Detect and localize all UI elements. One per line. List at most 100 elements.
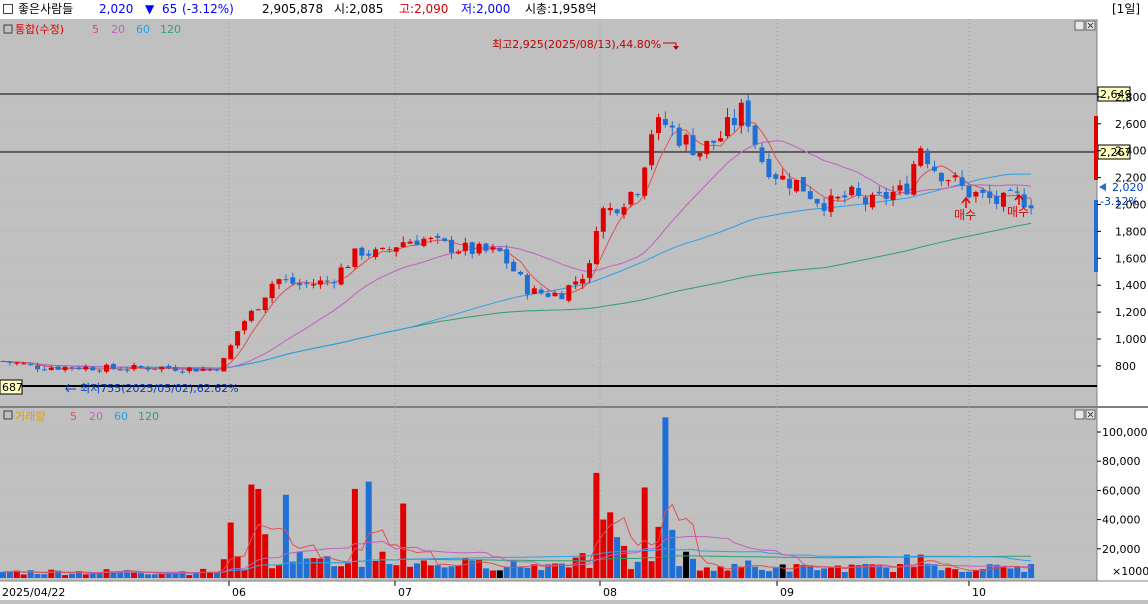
candle-body	[290, 277, 296, 284]
candle-body	[842, 195, 848, 198]
candle-body	[248, 310, 254, 321]
volume-bar	[48, 569, 55, 578]
candle-body	[345, 267, 351, 269]
candle-body	[97, 370, 103, 372]
vol-legend-ma20: 20	[89, 410, 103, 423]
volume-bar	[317, 558, 324, 578]
volume-bar	[924, 563, 931, 578]
candle-body	[393, 247, 399, 252]
price-tick-label: 1,800	[1115, 225, 1147, 238]
candle-body	[152, 368, 158, 370]
volume-bar	[952, 569, 959, 578]
candle-body	[973, 192, 979, 197]
volume-bar	[676, 566, 683, 578]
vol-legend-ma120: 120	[138, 410, 159, 423]
candle-body	[621, 207, 627, 215]
candle-body	[752, 125, 758, 145]
volume-bar	[414, 563, 420, 578]
volume-bar	[772, 567, 779, 578]
price-tick-label: 2,400	[1115, 145, 1147, 158]
stock-chart-svg[interactable]: 통합(수정) 5 20 60 120 거래량 5 20 60 120 최고2,9…	[0, 19, 1148, 600]
period-selector[interactable]: [1일]	[1112, 0, 1140, 19]
price-tick-label: 1,200	[1115, 306, 1147, 319]
price-tick-label: 2,600	[1115, 118, 1147, 131]
candle-body	[959, 177, 965, 186]
volume-bar	[786, 571, 793, 578]
volume-bar	[213, 572, 220, 578]
chart-area[interactable]: 통합(수정) 5 20 60 120 거래량 5 20 60 120 최고2,9…	[0, 19, 1148, 604]
candle-body	[138, 366, 144, 368]
volume-bar	[455, 565, 462, 578]
volume-bar	[966, 571, 972, 578]
volume-bar	[828, 566, 834, 578]
volume-bar	[379, 551, 386, 578]
candle-body	[649, 134, 655, 166]
candle-body	[545, 293, 551, 297]
volume-bar	[6, 571, 13, 578]
candle-body	[863, 197, 868, 205]
candle-body	[186, 367, 192, 372]
candle-body	[311, 284, 316, 286]
candle-body	[324, 280, 330, 282]
volume-tick-label: 80,000	[1102, 455, 1141, 468]
volume-bar	[241, 569, 248, 578]
volume-tick-label: 100,000	[1102, 426, 1148, 439]
volume-bar	[765, 571, 772, 578]
candle-body	[262, 297, 268, 311]
candle-body	[276, 279, 282, 285]
current-price: 2,020	[99, 2, 134, 16]
candle-body	[421, 238, 427, 246]
volume-bar	[269, 568, 276, 578]
candle-body	[780, 175, 786, 180]
candle-body	[518, 271, 523, 275]
volume-bar	[262, 534, 269, 578]
candle-body	[642, 167, 648, 196]
x-axis-label: 06	[232, 586, 246, 599]
candle-body	[28, 364, 34, 366]
volume-bar	[282, 494, 289, 578]
volume-bar	[821, 568, 828, 578]
candle-body	[7, 361, 13, 363]
volume-bar	[193, 573, 200, 578]
volume-bar	[503, 566, 510, 578]
volume-bar	[993, 564, 1000, 578]
volume-bar	[731, 563, 738, 578]
candle-body	[725, 117, 730, 137]
candle-body	[918, 148, 924, 166]
volume-bar	[345, 563, 351, 578]
price-tick-label: 1,400	[1115, 279, 1147, 292]
candle-body	[110, 364, 116, 369]
volume-bar	[324, 556, 331, 578]
volume-bar	[41, 574, 48, 578]
volume-bar	[841, 571, 848, 578]
candle-body	[1028, 205, 1034, 209]
vol-legend-ma5: 5	[70, 410, 77, 423]
candle-body	[104, 364, 109, 372]
candle-body	[856, 187, 862, 196]
stock-header-bar: 좋은사람들 2,020 ▼ 65 (-3.12%) 2,905,878 시:2,…	[0, 0, 1148, 20]
candle-body	[800, 177, 806, 192]
min-price-note: 최저755(2025/05/02),62.62%	[80, 382, 239, 395]
volume-bar	[386, 564, 393, 578]
candle-body	[683, 134, 689, 145]
candle-body	[980, 189, 986, 193]
volume-bar	[158, 573, 165, 578]
legend-ma120: 120	[160, 23, 181, 36]
candle-body	[794, 180, 799, 192]
price-tick-label: 800	[1115, 360, 1136, 373]
select-checkbox[interactable]	[3, 4, 13, 14]
maximize-icon[interactable]	[1074, 409, 1085, 420]
candle-body	[662, 119, 668, 126]
down-arrow-icon: ▼	[145, 2, 155, 16]
candle-body	[21, 363, 27, 365]
candle-body	[35, 365, 40, 370]
candle-body	[600, 208, 606, 232]
candle-body	[131, 364, 137, 370]
price-tick-label: 2,200	[1115, 172, 1147, 185]
candle-body	[869, 194, 875, 208]
volume-bar	[276, 565, 282, 578]
candle-body	[0, 361, 6, 363]
candle-body	[166, 365, 172, 369]
maximize-icon[interactable]	[1074, 20, 1085, 31]
volume-bar	[759, 569, 765, 578]
